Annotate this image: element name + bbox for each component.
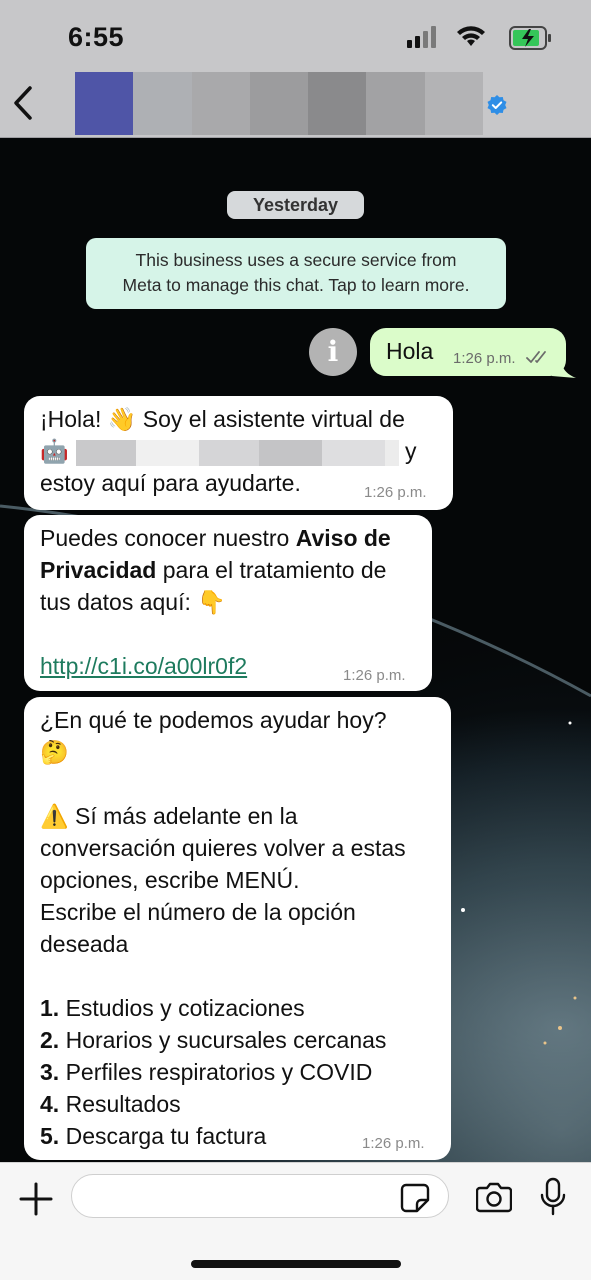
info-icon: i	[327, 335, 339, 368]
verified-badge-icon	[487, 95, 507, 115]
cellular-signal-icon	[407, 26, 436, 48]
waving-hand-icon: 👋	[107, 407, 137, 433]
contact-name-redacted[interactable]	[75, 72, 483, 135]
menu-option: 5. Descarga tu factura	[40, 1123, 267, 1149]
sticker-button[interactable]	[400, 1183, 430, 1213]
menu-option: 3. Perfiles respiratorios y COVID	[40, 1059, 373, 1085]
mosaic-tile	[249, 72, 309, 135]
message-line: estoy aquí para ayudarte.	[40, 470, 301, 496]
microphone-button[interactable]	[540, 1177, 566, 1217]
message-text: Hola	[386, 338, 434, 364]
message-line: ⚠️ Sí más adelante en la	[40, 803, 298, 830]
robot-icon: 🤖	[40, 439, 69, 465]
mosaic-tile	[75, 72, 134, 135]
message-composer[interactable]	[71, 1174, 449, 1218]
battery-charging-icon	[509, 26, 551, 50]
business-notice-line: Meta to manage this chat. Tap to learn m…	[122, 275, 470, 295]
microphone-icon	[540, 1177, 566, 1216]
message-line: y	[405, 438, 417, 464]
incoming-message[interactable]: ¡Hola! 👋 Soy el asistente virtual de 🤖 y…	[24, 396, 453, 510]
message-time: 1:26 p.m.	[364, 484, 427, 501]
camera-icon	[475, 1182, 513, 1213]
message-line: conversación quieres volver a estas	[40, 835, 406, 861]
message-line: deseada	[40, 931, 129, 957]
thinking-face-icon: 🤔	[40, 740, 69, 766]
date-separator: Yesterday	[227, 191, 364, 219]
double-check-icon	[526, 351, 546, 363]
chat-area[interactable]: Yesterday This business uses a secure se…	[0, 138, 591, 1162]
attach-button[interactable]	[18, 1181, 54, 1217]
message-line: 🤖	[40, 438, 69, 465]
message-line: ¡Hola! 👋 Soy el asistente virtual de	[40, 406, 405, 433]
back-button[interactable]	[8, 82, 38, 126]
business-notice-line: This business uses a secure service from	[135, 250, 457, 270]
sticker-icon	[400, 1183, 430, 1213]
message-time: 1:26 p.m.	[362, 1135, 425, 1152]
home-indicator	[191, 1260, 401, 1268]
redacted-text	[76, 440, 136, 466]
redacted-text	[136, 440, 199, 466]
wifi-icon	[457, 26, 485, 46]
camera-button[interactable]	[475, 1181, 513, 1213]
incoming-message[interactable]: Puedes conocer nuestro Aviso de Privacid…	[24, 515, 432, 691]
message-input[interactable]	[88, 1181, 398, 1211]
message-line: 🤔	[40, 739, 69, 766]
menu-option: 1. Estudios y cotizaciones	[40, 995, 305, 1021]
mosaic-tile	[191, 72, 250, 135]
message-line: Escribe el número de la opción	[40, 899, 356, 925]
warning-icon: ⚠️	[40, 804, 69, 830]
redacted-text	[385, 440, 399, 466]
message-line: opciones, escribe MENÚ.	[40, 867, 300, 893]
composer-bar	[0, 1162, 591, 1280]
message-time: 1:26 p.m.	[343, 667, 406, 684]
mosaic-tile	[424, 72, 483, 135]
incoming-message[interactable]: ¿En qué te podemos ayudar hoy? 🤔 ⚠️ Sí m…	[24, 697, 451, 1160]
message-line: Privacidad para el tratamiento de	[40, 557, 387, 583]
mosaic-tile	[308, 72, 367, 135]
pointing-down-icon: 👇	[197, 590, 226, 616]
message-line: Puedes conocer nuestro Aviso de	[40, 525, 391, 551]
redacted-text	[322, 440, 385, 466]
plus-icon	[19, 1182, 53, 1216]
business-notice[interactable]: This business uses a secure service from…	[86, 238, 506, 309]
privacy-link[interactable]: http://c1i.co/a00lr0f2	[40, 653, 247, 680]
chat-header: 6:55	[0, 0, 591, 138]
mosaic-tile	[366, 72, 425, 135]
message-line: tus datos aquí: 👇	[40, 589, 226, 616]
outgoing-message[interactable]: Hola 1:26 p.m.	[370, 328, 566, 376]
chevron-left-icon	[14, 86, 32, 120]
message-line: ¿En qué te podemos ayudar hoy?	[40, 707, 387, 733]
menu-option: 2. Horarios y sucursales cercanas	[40, 1027, 387, 1053]
mosaic-tile	[133, 72, 192, 135]
info-button[interactable]: i	[309, 328, 357, 376]
redacted-text	[199, 440, 259, 466]
status-time: 6:55	[68, 22, 125, 52]
message-time: 1:26 p.m.	[453, 350, 516, 367]
menu-option: 4. Resultados	[40, 1091, 181, 1117]
redacted-text	[259, 440, 322, 466]
